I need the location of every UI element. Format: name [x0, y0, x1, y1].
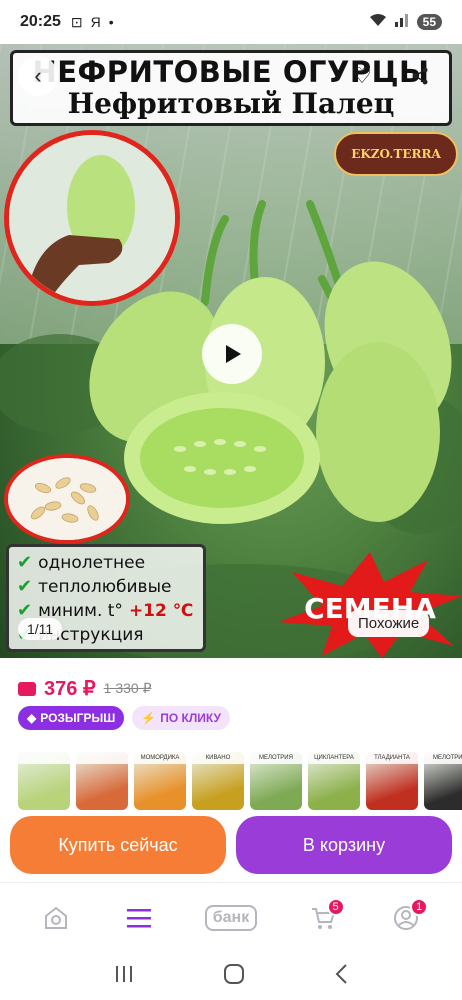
image-counter: 1/11	[18, 618, 63, 640]
dot-icon: •	[108, 14, 114, 30]
nav-home[interactable]	[32, 894, 80, 942]
thumb-label: КИВАНО	[192, 752, 244, 764]
diamond-icon: ◆	[27, 711, 37, 725]
runner-icon: ⚡	[141, 711, 157, 725]
thumb-label: МЕЛОТРИЯ	[250, 752, 302, 764]
battery-indicator: 55	[416, 14, 442, 30]
thumb-label: МОМОРДИКА	[134, 752, 186, 764]
related-product-thumb[interactable]: МЕЛОТРИЯ	[250, 752, 302, 810]
back-button[interactable]: ‹	[18, 56, 58, 96]
feature-item: ✔ однолетнее	[17, 552, 146, 573]
similar-button[interactable]: Похожие	[348, 610, 430, 637]
play-video-button[interactable]	[202, 324, 262, 384]
product-image-gallery[interactable]: НЕФРИТОВЫЕ ОГУРЦЫ Нефритовый Палец ‹ ♡ E…	[0, 44, 462, 658]
thumb-label: ТЛАДИАНТА	[366, 752, 418, 764]
brand-logo: EKZO.TERRA	[334, 132, 458, 176]
checkmark-icon: ✔	[17, 576, 33, 597]
promo-tags: ◆ РОЗЫГРЫШ ⚡ ПО КЛИКУ	[18, 706, 230, 730]
system-navigation	[0, 952, 462, 1000]
nav-cart[interactable]: 5	[299, 894, 347, 942]
share-button[interactable]	[400, 56, 440, 96]
semena-burst-badge: СЕМЕНА	[278, 552, 462, 658]
related-product-thumb[interactable]: ТЛАДИАНТА	[366, 752, 418, 810]
heart-icon: ♡	[352, 63, 372, 88]
nav-profile[interactable]: 1	[382, 894, 430, 942]
related-product-thumb[interactable]	[76, 752, 128, 810]
banner-title: НЕФРИТОВЫЕ ОГУРЦЫ	[32, 55, 430, 89]
back-icon	[335, 963, 347, 984]
favorite-button[interactable]: ♡	[342, 56, 382, 96]
menu-icon	[127, 908, 152, 927]
bottom-navigation: банк 5 1	[0, 882, 462, 952]
raffle-tag[interactable]: ◆ РОЗЫГРЫШ	[18, 706, 125, 730]
one-click-tag[interactable]: ⚡ ПО КЛИКУ	[132, 706, 230, 730]
nav-catalog[interactable]	[115, 894, 163, 942]
add-to-cart-button[interactable]: В корзину	[236, 816, 452, 874]
thumb-label: ЦИКЛАНТЕРА	[308, 752, 360, 764]
buy-now-button[interactable]: Купить сейчас	[10, 816, 226, 874]
nav-bank[interactable]: банк	[199, 894, 263, 942]
old-price: 1 330 ₽	[103, 680, 152, 696]
home-icon	[223, 963, 244, 984]
related-product-thumb[interactable]	[18, 752, 70, 810]
yandex-icon: Я	[90, 14, 101, 30]
wifi-icon	[369, 13, 387, 31]
related-product-thumb[interactable]: КИВАНО	[192, 752, 244, 810]
related-product-thumb[interactable]: ЦИКЛАНТЕРА	[308, 752, 360, 810]
home-button[interactable]	[223, 963, 245, 990]
share-icon	[412, 67, 428, 85]
temperature-value: +12 ℃	[128, 601, 194, 621]
status-time: 20:25	[20, 13, 61, 30]
cart-badge: 5	[326, 897, 345, 916]
chevron-left-icon: ‹	[34, 63, 42, 88]
back-system-button[interactable]	[334, 963, 348, 990]
checkmark-icon: ✔	[17, 552, 33, 573]
thumb-label: МЕЛОТРИЯ	[424, 752, 462, 764]
thumb-label	[76, 752, 128, 764]
recent-apps-button[interactable]	[114, 965, 134, 988]
play-icon	[226, 345, 241, 363]
product-title-banner: НЕФРИТОВЫЕ ОГУРЦЫ Нефритовый Палец	[10, 50, 452, 126]
action-bar: Купить сейчас В корзину	[0, 810, 462, 882]
related-product-thumb[interactable]: МОМОРДИКА	[134, 752, 186, 810]
thumb-label	[18, 752, 70, 764]
screenshot-icon: ⊡	[70, 13, 83, 30]
banner-subtitle: Нефритовый Палец	[67, 87, 395, 120]
status-bar: 20:25 ⊡ Я • 55	[0, 0, 462, 44]
signal-icon	[394, 13, 409, 31]
related-product-thumb[interactable]: МЕЛОТРИЯ	[424, 752, 462, 810]
search-home-icon	[44, 906, 67, 929]
seeds-inset-image	[4, 454, 130, 544]
bank-icon: банк	[204, 904, 258, 931]
wallet-icon	[18, 681, 36, 696]
feature-item: ✔ теплолюбивые	[17, 576, 172, 597]
related-products-strip: МОМОРДИКА КИВАНО МЕЛОТРИЯ ЦИКЛАНТЕРА ТЛАДИАН…	[0, 752, 462, 810]
profile-badge: 1	[410, 897, 429, 916]
recents-icon	[116, 965, 133, 982]
current-price: 376 ₽	[44, 678, 96, 700]
price-row: 376 ₽ 1 330 ₽	[18, 676, 152, 701]
hand-inset-image	[4, 130, 180, 306]
